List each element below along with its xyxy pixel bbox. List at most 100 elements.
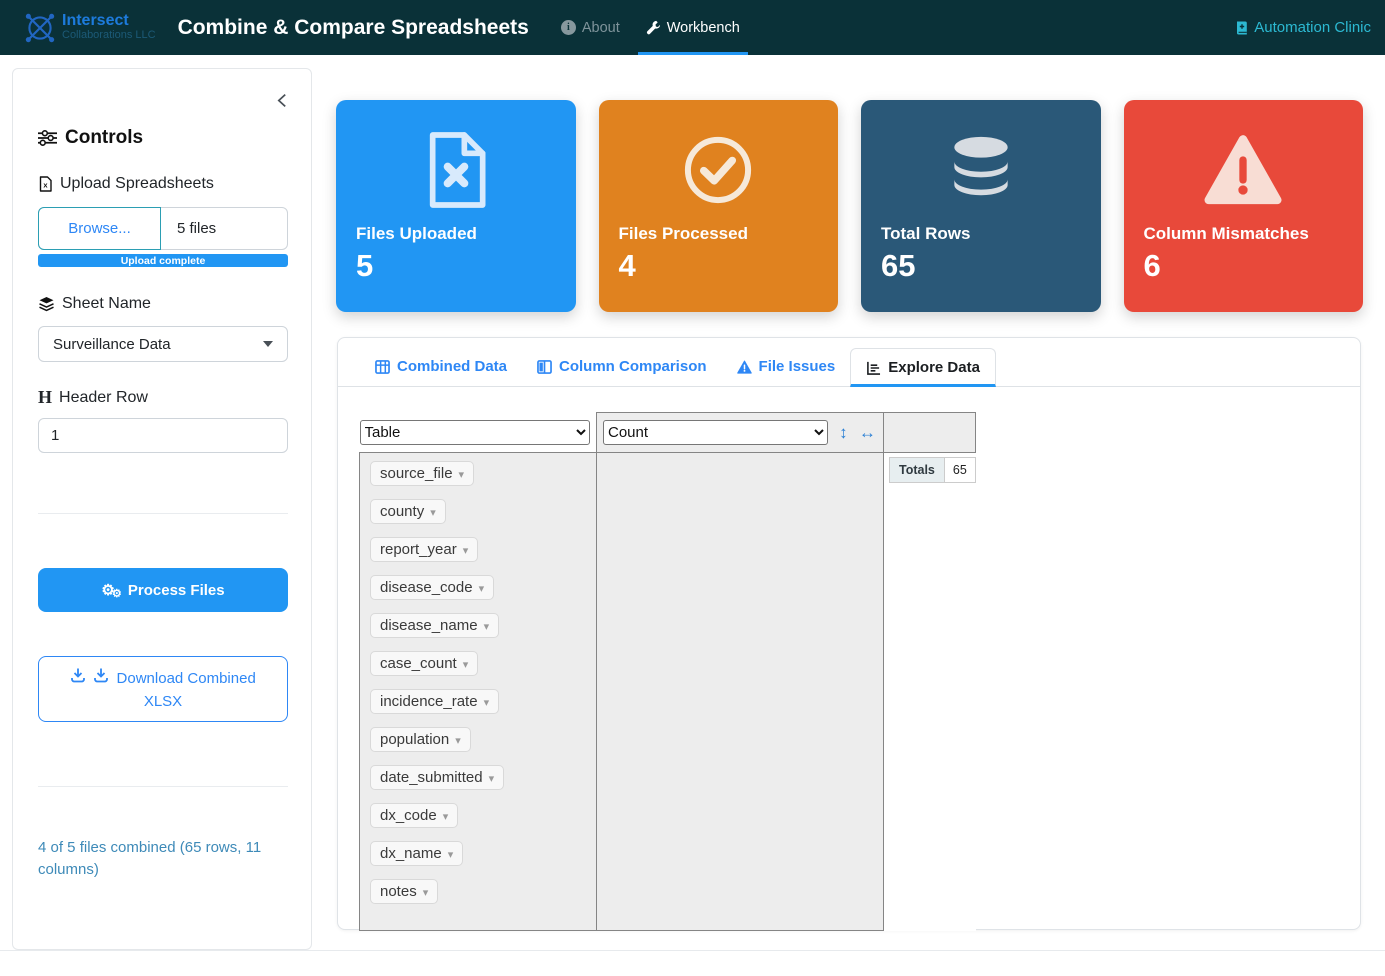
stat-card-value: 5 [356,248,373,284]
field-filter-triangle-icon[interactable]: ▾ [479,583,485,595]
controls-sidebar: Controls x Upload Spreadsheets Browse...… [12,68,312,950]
tab-bar: Combined Data Column Comparison [338,338,1360,387]
pivot-field-disease_code[interactable]: disease_code▾ [370,575,586,600]
tab-explore-data[interactable]: Explore Data [850,348,996,387]
header-row-label-text: Header Row [59,389,148,407]
process-files-button[interactable]: ⚙⚙ Process Files [38,568,288,612]
tab-explore-data-label: Explore Data [888,359,980,376]
pivot-unused-fields-cell: source_file▾ county▾ report_year▾ disease_c… [360,453,597,931]
logo-subtitle: Collaborations LLC [62,30,156,42]
pivot-field-dx_name[interactable]: dx_name▾ [370,841,586,866]
field-filter-triangle-icon[interactable]: ▾ [484,621,490,633]
table-icon [375,360,390,374]
row-order-icon[interactable]: ↕ [839,423,848,442]
sliders-icon [38,130,57,146]
stat-card-label: Files Processed [619,224,748,244]
header-row-input[interactable] [38,418,288,453]
totals-label: Totals [890,458,945,483]
pivot-field-pill[interactable]: dx_code▾ [370,803,458,828]
renderer-select[interactable]: Table [360,420,590,445]
sheet-name-value: Surveillance Data [53,336,171,353]
stat-card-value: 6 [1144,248,1161,284]
stat-card-total-rows: Total Rows 65 [861,100,1101,312]
book-plus-icon [1234,20,1250,36]
field-filter-triangle-icon[interactable]: ▾ [489,773,495,785]
sheet-name-select[interactable]: Surveillance Data [38,326,288,362]
controls-title: Controls [65,127,143,149]
pivot-field-incidence_rate[interactable]: incidence_rate▾ [370,689,586,714]
gears-icon: ⚙⚙ [101,582,121,599]
pivot-output-area: Totals 65 [884,453,976,931]
field-filter-triangle-icon[interactable]: ▾ [448,849,454,861]
pivot-field-pill[interactable]: case_count▾ [370,651,478,676]
pivot-field-county[interactable]: county▾ [370,499,586,524]
pivot-renderer-cell: Table [360,413,597,453]
field-filter-triangle-icon[interactable]: ▾ [484,697,490,709]
upload-progress-text: Upload complete [121,255,206,267]
download-icon [70,667,89,683]
pivot-field-pill[interactable]: report_year▾ [370,537,478,562]
pivot-field-pill[interactable]: dx_name▾ [370,841,463,866]
field-filter-triangle-icon[interactable]: ▾ [459,469,465,481]
files-chosen-text: 5 files [161,208,287,249]
workbench-tab-card: Combined Data Column Comparison [337,337,1361,930]
file-upload-input[interactable]: Browse... 5 files [38,207,288,250]
field-filter-triangle-icon[interactable]: ▾ [423,887,429,899]
field-filter-triangle-icon[interactable]: ▾ [430,507,436,519]
stat-card-column-mismatches: Column Mismatches 6 [1124,100,1364,312]
pivot-field-pill[interactable]: source_file▾ [370,461,474,486]
header-row-label: H Header Row [38,387,148,408]
pivot-field-pill[interactable]: disease_code▾ [370,575,494,600]
pivot-field-source_file[interactable]: source_file▾ [370,461,586,486]
pivot-field-date_submitted[interactable]: date_submitted▾ [370,765,586,790]
pivot-field-pill[interactable]: notes▾ [370,879,438,904]
pivot-totals-table: Totals 65 [889,457,976,483]
pivot-field-pill[interactable]: date_submitted▾ [370,765,504,790]
collapse-sidebar-icon[interactable] [275,93,289,108]
database-icon [861,118,1101,222]
wrench-icon [646,20,661,35]
logo: Intersect Collaborations LLC [22,10,156,46]
app-header: Intersect Collaborations LLC Combine & C… [0,0,1385,55]
upload-progress-bar: Upload complete [38,254,288,267]
field-filter-triangle-icon[interactable]: ▾ [463,659,469,671]
pivot-field-pill[interactable]: disease_name▾ [370,613,499,638]
tab-column-comparison[interactable]: Column Comparison [522,347,722,386]
app-root: Intersect Collaborations LLC Combine & C… [0,0,1385,976]
upload-label-text: Upload Spreadsheets [60,175,214,193]
warning-triangle-icon [1124,118,1364,222]
automation-clinic-label: Automation Clinic [1254,19,1371,36]
tab-file-issues[interactable]: File Issues [722,347,851,386]
download-combined-button[interactable]: Download Combined XLSX [38,656,288,722]
upload-label: x Upload Spreadsheets [38,175,214,193]
col-order-icon[interactable]: ↔ [859,423,876,442]
nav-item-about[interactable]: i About [561,0,620,55]
download-icon [93,667,112,683]
pivot-field-pill[interactable]: incidence_rate▾ [370,689,499,714]
pivot-field-disease_name[interactable]: disease_name▾ [370,613,586,638]
pivot-field-notes[interactable]: notes▾ [370,879,586,904]
nav-about-label: About [582,20,620,36]
main-nav: i About Workbench [561,0,740,55]
field-filter-triangle-icon[interactable]: ▾ [443,811,449,823]
pivot-field-dx_code[interactable]: dx_code▾ [370,803,586,828]
pivot-ui: Table Count ↕ ↔ source_file▾ county▾ repor… [359,412,976,931]
stat-card-label: Column Mismatches [1144,224,1309,244]
pivot-rows-dropzone[interactable] [597,453,884,931]
pivot-field-pill[interactable]: population▾ [370,727,471,752]
totals-value: 65 [944,458,975,483]
field-filter-triangle-icon[interactable]: ▾ [455,735,461,747]
nav-item-workbench[interactable]: Workbench [646,0,740,55]
pivot-field-report_year[interactable]: report_year▾ [370,537,586,562]
pivot-columns-dropzone[interactable] [884,413,976,453]
automation-clinic-link[interactable]: Automation Clinic [1234,0,1371,55]
split-columns-icon [537,360,552,374]
tab-combined-data[interactable]: Combined Data [360,347,522,386]
browse-button[interactable]: Browse... [38,207,161,250]
pivot-field-case_count[interactable]: case_count▾ [370,651,586,676]
stat-card-files-uploaded: Files Uploaded 5 [336,100,576,312]
aggregator-select[interactable]: Count [603,420,828,445]
pivot-field-pill[interactable]: county▾ [370,499,446,524]
field-filter-triangle-icon[interactable]: ▾ [463,545,469,557]
pivot-field-population[interactable]: population▾ [370,727,586,752]
